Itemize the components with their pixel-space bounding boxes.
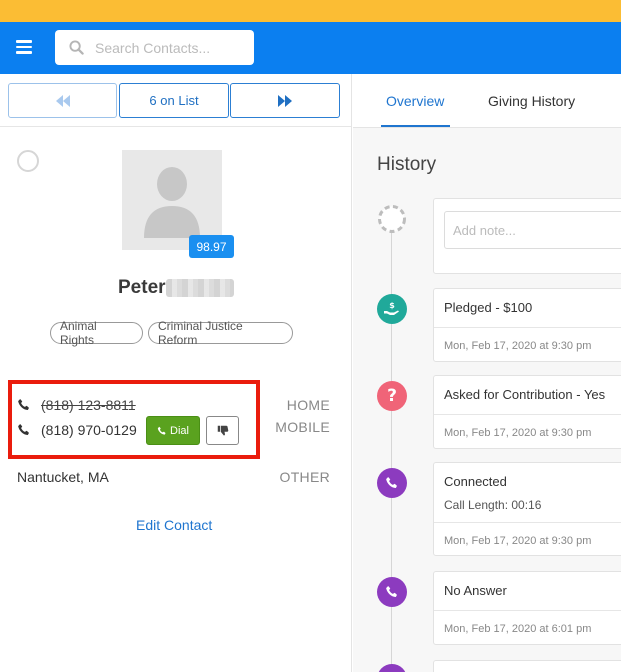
timeline-title: No Answer — [444, 583, 507, 598]
divider — [0, 126, 351, 127]
timeline-card-connected: Connected Call Length: 00:16 Mon, Feb 17… — [433, 462, 621, 556]
phone-number-home[interactable]: (818) 123-8811 — [41, 397, 136, 413]
phone-icon — [386, 586, 397, 597]
previous-contact-button[interactable] — [8, 83, 117, 118]
list-count-button[interactable]: 6 on List — [119, 83, 229, 118]
address-type: OTHER — [279, 469, 330, 485]
app-header — [0, 22, 621, 74]
tab-giving-history[interactable]: Giving History — [488, 93, 575, 109]
timeline-card-no-answer: No Answer Mon, Feb 17, 2020 at 6:01 pm — [433, 571, 621, 645]
phone-icon — [157, 426, 166, 435]
dial-label: Dial — [170, 424, 189, 437]
divider — [434, 414, 621, 415]
tag-animal-rights[interactable]: Animal Rights — [50, 319, 143, 347]
divider — [434, 522, 621, 523]
tab-overview[interactable]: Overview — [386, 93, 444, 109]
divider — [434, 327, 621, 328]
active-tab-indicator — [381, 125, 450, 127]
contact-address: Nantucket, MA — [17, 469, 109, 485]
select-contact-checkbox[interactable] — [17, 150, 39, 172]
phone-icon — [18, 399, 29, 410]
history-panel: Overview Giving History History $ Pledge… — [353, 74, 621, 672]
timeline-title: Pledged - $100 — [444, 300, 533, 315]
hand-dollar-icon: $ — [384, 301, 399, 315]
timeline-item-icon-question: ? — [377, 381, 407, 411]
edit-contact-link[interactable]: Edit Contact — [136, 517, 212, 533]
tab-bar: Overview Giving History — [353, 74, 621, 128]
phone-type-home: HOME — [286, 397, 330, 413]
timeline-card-asked: Asked for Contribution - Yes Mon, Feb 17… — [433, 375, 621, 449]
rewind-icon — [55, 94, 70, 107]
list-count-label: 6 on List — [149, 93, 199, 108]
phone-row-home: (818) 123-8811 — [17, 394, 136, 416]
fast-forward-icon — [278, 94, 292, 107]
pending-note-icon — [378, 205, 406, 233]
search-input[interactable] — [95, 30, 245, 65]
search-box[interactable] — [55, 30, 254, 65]
timeline-date: Mon, Feb 17, 2020 at 9:30 pm — [444, 427, 592, 439]
mark-bad-number-button[interactable] — [206, 416, 239, 445]
redacted-last-name — [166, 279, 234, 297]
tag-criminal-justice-reform[interactable]: Criminal Justice Reform — [148, 319, 293, 347]
svg-text:$: $ — [389, 301, 395, 310]
timeline-title: Asked for Contribution - Yes — [444, 387, 606, 402]
contact-panel: 6 on List 98.97 Peter Animal Rights Crim… — [0, 74, 352, 672]
timeline-title: Connected — [444, 474, 507, 489]
divider — [434, 610, 621, 611]
add-note-card — [433, 198, 621, 274]
timeline-item-icon-call — [377, 577, 407, 607]
thumbs-down-icon — [217, 425, 228, 435]
timeline-date: Mon, Feb 17, 2020 at 9:30 pm — [444, 535, 592, 547]
next-contact-button[interactable] — [230, 83, 340, 118]
history-title: History — [377, 154, 437, 175]
timeline-card-pledged: Pledged - $100 Mon, Feb 17, 2020 at 9:30… — [433, 288, 621, 362]
timeline-item-icon-call — [377, 468, 407, 498]
question-icon: ? — [387, 386, 397, 406]
hamburger-icon[interactable] — [16, 40, 32, 54]
phone-type-mobile: MOBILE — [275, 419, 330, 435]
timeline-item-icon-call — [377, 664, 407, 672]
score-badge: 98.97 — [189, 235, 234, 258]
phone-icon — [18, 424, 29, 435]
call-length: Call Length: 00:16 — [444, 498, 542, 512]
phone-number-mobile[interactable]: (818) 970-0129 — [41, 422, 137, 438]
search-icon — [69, 40, 84, 55]
contact-name: Peter — [118, 277, 166, 298]
timeline-item-icon-pledge: $ — [377, 294, 407, 324]
timeline-card-partial — [433, 660, 621, 672]
dial-button[interactable]: Dial — [146, 416, 200, 445]
phone-icon — [386, 477, 397, 488]
timeline-date: Mon, Feb 17, 2020 at 9:30 pm — [444, 340, 592, 352]
add-note-input[interactable] — [444, 211, 621, 249]
timeline-date: Mon, Feb 17, 2020 at 6:01 pm — [444, 623, 592, 635]
phone-row-mobile: (818) 970-0129 — [17, 419, 137, 441]
top-accent-strip — [0, 0, 621, 22]
